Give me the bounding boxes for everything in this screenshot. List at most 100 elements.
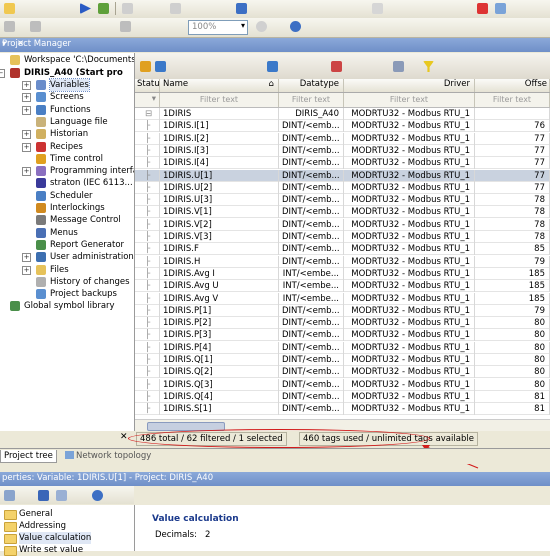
settings-icon[interactable] xyxy=(393,61,404,72)
scroll-left-icon[interactable]: ✕ xyxy=(120,432,128,442)
expand-icon[interactable]: + xyxy=(22,93,31,103)
tab-network-topology[interactable]: Network topology xyxy=(62,450,154,462)
favorites-icon[interactable] xyxy=(38,490,49,501)
expand-icon[interactable]: + xyxy=(22,130,31,140)
tree-line-icon: ├ xyxy=(145,305,151,316)
col-driver[interactable]: Driver xyxy=(344,79,475,92)
table-row[interactable]: ├ 1DIRIS.V[2] DINT/<emb... MODRTU32 - Modbu… xyxy=(135,218,550,231)
zoom-select[interactable]: 100% ▾ xyxy=(188,20,248,35)
table-row[interactable]: ├ 1DIRIS.Q[3] DINT/<emb... MODRTU32 - Modbu… xyxy=(135,378,550,391)
col-status[interactable]: Status xyxy=(135,79,160,92)
filter-datatype-input[interactable]: Filter text xyxy=(292,95,330,104)
cell-offset: 77 xyxy=(475,157,550,170)
cell-driver: MODRTU32 - Modbus RTU_1 xyxy=(344,132,475,145)
table-row[interactable]: ├ 1DIRIS.S[1] DINT/<emb... MODRTU32 - Modbu… xyxy=(135,403,550,416)
table-row[interactable]: ├ 1DIRIS.Avg V INT/<embe... MODRTU32 - Modb… xyxy=(135,292,550,305)
table-row[interactable]: ├ 1DIRIS.H DINT/<emb... MODRTU32 - Modbus R… xyxy=(135,255,550,268)
table-row[interactable]: ⊟ 1DIRIS DIRIS_A40 MODRTU32 - Modbus RTU_1 xyxy=(135,108,550,120)
delete-icon[interactable] xyxy=(331,61,342,72)
cell-driver: MODRTU32 - Modbus RTU_1 xyxy=(344,194,475,207)
copy-icon[interactable] xyxy=(30,21,41,32)
table-row[interactable]: ├ 1DIRIS.V[1] DINT/<emb... MODRTU32 - Modbu… xyxy=(135,206,550,219)
cell-name: 1DIRIS.F xyxy=(160,243,279,256)
expand-icon[interactable]: + xyxy=(22,142,31,152)
expand-icon[interactable]: + xyxy=(22,81,31,90)
filter-driver-input[interactable]: Filter text xyxy=(390,95,428,104)
properties-titlebar: perties: Variable: 1DIRIS.U[1] - Project… xyxy=(0,472,550,486)
cell-driver: MODRTU32 - Modbus RTU_1 xyxy=(344,169,475,182)
edit-icon[interactable] xyxy=(155,61,166,72)
export-icon[interactable] xyxy=(267,61,278,72)
help-icon[interactable] xyxy=(92,490,103,501)
table-row[interactable]: ├ 1DIRIS.P[2] DINT/<emb... MODRTU32 - Modbu… xyxy=(135,317,550,330)
table-row[interactable]: ├ 1DIRIS.Q[1] DINT/<emb... MODRTU32 - Modbu… xyxy=(135,354,550,366)
new-icon[interactable] xyxy=(4,3,15,14)
cell-offset: 80 xyxy=(475,317,550,330)
col-name[interactable]: Name ⌂ xyxy=(160,79,279,92)
cell-datatype: DINT/<emb... xyxy=(279,390,344,403)
table-row[interactable]: ├ 1DIRIS.F DINT/<emb... MODRTU32 - Modbus R… xyxy=(135,243,550,256)
collapse-icon[interactable]: − xyxy=(0,69,5,78)
tree-label: Interlockings xyxy=(50,203,105,213)
sort-icon[interactable] xyxy=(56,490,67,501)
collapse-icon[interactable]: ⊟ xyxy=(145,108,152,120)
table-row[interactable]: ├ 1DIRIS.V[3] DINT/<emb... MODRTU32 - Modbu… xyxy=(135,231,550,243)
expand-icon[interactable]: + xyxy=(22,253,31,263)
table-row[interactable]: ├ 1DIRIS.P[1] DINT/<emb... MODRTU32 - Modbu… xyxy=(135,304,550,317)
tree-line-icon: ├ xyxy=(145,182,151,193)
stop-icon[interactable] xyxy=(477,3,488,14)
table-row[interactable]: ├ 1DIRIS.P[4] DINT/<emb... MODRTU32 - Modbu… xyxy=(135,341,550,354)
run-icon[interactable] xyxy=(80,3,91,14)
table-row[interactable]: ├ 1DIRIS.I[1] DINT/<emb... MODRTU32 - Modbu… xyxy=(135,120,550,133)
cell-datatype: DINT/<emb... xyxy=(279,206,344,219)
compile-icon[interactable] xyxy=(98,3,109,14)
new-variable-icon[interactable] xyxy=(140,61,151,72)
table-row[interactable]: ├ 1DIRIS.I[4] DINT/<emb... MODRTU32 - Modbu… xyxy=(135,157,550,170)
table-row[interactable]: ├ 1DIRIS.Q[2] DINT/<emb... MODRTU32 - Modbu… xyxy=(135,366,550,379)
cell-offset: 78 xyxy=(475,218,550,231)
cell-driver: MODRTU32 - Modbus RTU_1 xyxy=(344,267,475,280)
table-row[interactable]: ├ 1DIRIS.I[3] DINT/<emb... MODRTU32 - Modbu… xyxy=(135,144,550,157)
col-datatype[interactable]: Datatype xyxy=(279,79,344,92)
expand-icon[interactable]: + xyxy=(22,167,31,177)
filter-icon[interactable]: ▾ xyxy=(152,94,156,104)
properties-icon[interactable] xyxy=(236,3,247,14)
tree-line-icon: ├ xyxy=(145,219,151,230)
cell-driver: MODRTU32 - Modbus RTU_1 xyxy=(344,206,475,219)
tree-label: Menus xyxy=(50,227,78,238)
image-icon[interactable] xyxy=(495,3,506,14)
cell-offset: 80 xyxy=(475,366,550,379)
variables-grid: Status Name⌂ Datatype Driver Offse ▾ Fil… xyxy=(135,53,550,432)
table-row[interactable]: ├ 1DIRIS.U[1] DINT/<emb... MODRTU32 - Modbu… xyxy=(135,169,550,182)
decimals-field[interactable]: 2 xyxy=(205,530,210,540)
cell-offset: 185 xyxy=(475,267,550,280)
window-buttons[interactable]: ▾ ✕ xyxy=(2,39,546,49)
undo-icon[interactable] xyxy=(120,21,131,32)
table-row[interactable]: ├ 1DIRIS.U[2] DINT/<emb... MODRTU32 - Modbu… xyxy=(135,181,550,194)
filter-offset-input[interactable]: Filter text xyxy=(493,95,531,104)
expand-icon[interactable]: + xyxy=(22,105,31,115)
table-row[interactable]: ├ 1DIRIS.U[3] DINT/<emb... MODRTU32 - Modbu… xyxy=(135,194,550,207)
expand-icon[interactable]: + xyxy=(22,265,31,275)
cell-offset: 77 xyxy=(475,181,550,194)
tree-label: DIRIS_A40 (Start pro xyxy=(24,68,123,78)
filter-icon[interactable] xyxy=(423,61,434,72)
zoom-in-icon[interactable] xyxy=(256,21,267,32)
tab-project-tree[interactable]: Project tree xyxy=(0,450,57,463)
cell-datatype: INT/<embe... xyxy=(279,267,344,280)
cell-offset: 80 xyxy=(475,354,550,366)
table-row[interactable]: ├ 1DIRIS.Avg U INT/<embe... MODRTU32 - Modb… xyxy=(135,280,550,293)
help-icon[interactable] xyxy=(290,21,301,32)
layout-icon[interactable] xyxy=(122,3,133,14)
table-row[interactable]: ├ 1DIRIS.P[3] DINT/<emb... MODRTU32 - Modbu… xyxy=(135,329,550,342)
node-icon xyxy=(36,190,46,201)
col-offset[interactable]: Offse xyxy=(475,79,550,92)
format-icon[interactable] xyxy=(372,3,383,14)
table-row[interactable]: ├ 1DIRIS.Avg I INT/<embe... MODRTU32 - Modb… xyxy=(135,267,550,280)
table-row[interactable]: ├ 1DIRIS.Q[4] DINT/<emb... MODRTU32 - Modbu… xyxy=(135,390,550,403)
table-row[interactable]: ├ 1DIRIS.I[2] DINT/<emb... MODRTU32 - Modbu… xyxy=(135,132,550,145)
grid-view-icon[interactable] xyxy=(4,490,15,501)
filter-name-input[interactable]: Filter text xyxy=(200,95,238,104)
align-icon[interactable] xyxy=(170,3,181,14)
cut-icon[interactable] xyxy=(4,21,15,32)
